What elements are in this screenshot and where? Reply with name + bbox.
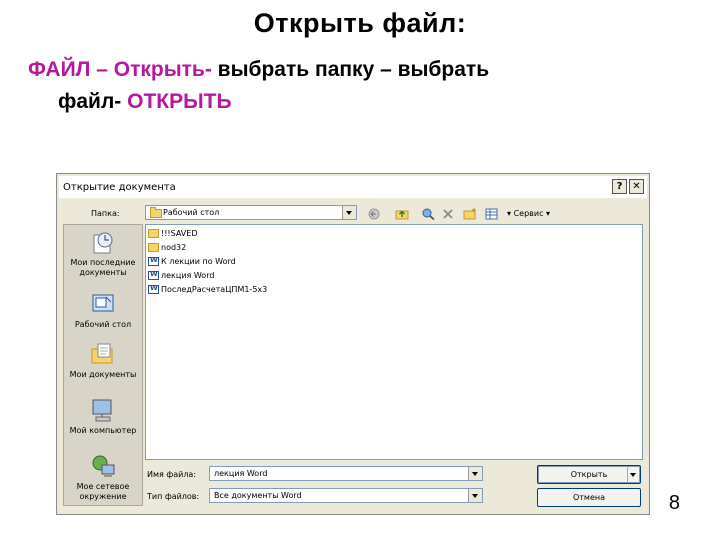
back-icon[interactable] bbox=[367, 208, 381, 220]
cancel-button[interactable]: Отмена bbox=[537, 488, 641, 507]
places-bar: Мои последние документы Рабочий стол Мои… bbox=[63, 224, 143, 506]
recent-documents-icon bbox=[93, 232, 113, 254]
filename-input[interactable]: лекция Word bbox=[209, 466, 483, 481]
place-label: Мои документы bbox=[69, 370, 137, 379]
up-folder-icon[interactable] bbox=[395, 208, 409, 220]
filetype-select-value: Все документы Word bbox=[214, 491, 302, 500]
network-icon bbox=[92, 455, 115, 477]
instruction-line-2: файл- ОТКРЫТЬ bbox=[58, 90, 232, 114]
filetype-select[interactable]: Все документы Word bbox=[209, 488, 483, 503]
open-button[interactable]: Открыть bbox=[537, 465, 641, 484]
folder-select[interactable]: Рабочий стол bbox=[145, 205, 357, 220]
instruction-line-1: ФАЙЛ – Открыть- выбрать папку – выбрать bbox=[28, 58, 489, 82]
slide-title: Открыть файл: bbox=[253, 8, 467, 38]
open-button-label: Открыть bbox=[570, 470, 608, 479]
folder-icon bbox=[148, 229, 159, 238]
file-name: !!!SAVED bbox=[161, 229, 198, 238]
cancel-button-label: Отмена bbox=[572, 493, 606, 502]
my-documents-icon bbox=[91, 343, 113, 364]
search-web-icon[interactable] bbox=[421, 208, 435, 220]
folder-select-value: Рабочий стол bbox=[163, 208, 220, 217]
chevron-down-icon[interactable] bbox=[342, 206, 356, 219]
file-name: К лекции по Word bbox=[161, 257, 236, 266]
file-name: nod32 bbox=[161, 243, 187, 252]
new-folder-icon[interactable] bbox=[463, 208, 477, 220]
filename-label: Имя файла: bbox=[147, 470, 197, 479]
place-label: Мое сетевое окружение bbox=[76, 482, 130, 501]
place-my-computer[interactable]: Мой компьютер bbox=[64, 397, 142, 436]
chevron-down-icon[interactable] bbox=[468, 467, 482, 480]
dialog-title: Открытие документа bbox=[63, 182, 176, 193]
folder-icon bbox=[150, 207, 162, 218]
help-button[interactable]: ? bbox=[612, 179, 627, 194]
views-icon[interactable] bbox=[485, 208, 499, 220]
instruction-menu-path: ФАЙЛ – Открыть- bbox=[28, 58, 218, 81]
desktop-icon bbox=[92, 294, 114, 312]
folder-label: Папка: bbox=[91, 209, 120, 218]
place-my-documents[interactable]: Мои документы bbox=[64, 341, 142, 380]
dialog-titlebar: Открытие документа ? ✕ bbox=[59, 176, 647, 198]
word-document-icon bbox=[148, 270, 159, 280]
delete-icon[interactable] bbox=[441, 208, 455, 220]
filetype-label: Тип файлов: bbox=[147, 492, 200, 501]
close-button[interactable]: ✕ bbox=[629, 179, 644, 194]
file-name: ПоследРасчетаЦПМ1-5х3 bbox=[161, 285, 268, 294]
place-network[interactable]: Мое сетевое окружение bbox=[64, 453, 142, 502]
open-options-chevron-icon[interactable] bbox=[627, 466, 638, 483]
place-label: Мой компьютер bbox=[69, 426, 137, 435]
instruction-choose-folder: выбрать папку – выбрать bbox=[217, 58, 490, 81]
place-recent-documents[interactable]: Мои последние документы bbox=[64, 229, 142, 278]
place-label: Мои последние документы bbox=[70, 258, 136, 277]
folder-icon bbox=[148, 243, 159, 252]
place-desktop[interactable]: Рабочий стол bbox=[64, 291, 142, 330]
service-menu-label: Сервис bbox=[513, 209, 544, 218]
filename-input-value: лекция Word bbox=[214, 469, 268, 478]
word-document-icon bbox=[148, 256, 159, 266]
my-computer-icon bbox=[92, 399, 112, 422]
file-list[interactable]: !!!SAVED nod32 К лекции по Word лекция W… bbox=[145, 224, 643, 460]
service-menu[interactable]: ▾ Сервис ▾ bbox=[507, 209, 550, 218]
page-number: 8 bbox=[668, 492, 680, 514]
place-label: Рабочий стол bbox=[74, 320, 132, 329]
word-document-icon bbox=[148, 284, 159, 294]
instruction-open: ОТКРЫТЬ bbox=[127, 90, 232, 113]
file-name: лекция Word bbox=[161, 271, 215, 280]
chevron-down-icon[interactable] bbox=[468, 489, 482, 502]
open-document-dialog: Открытие документа ? ✕ Папка: Рабочий ст… bbox=[56, 173, 650, 515]
instruction-choose-file: файл- bbox=[58, 90, 128, 113]
